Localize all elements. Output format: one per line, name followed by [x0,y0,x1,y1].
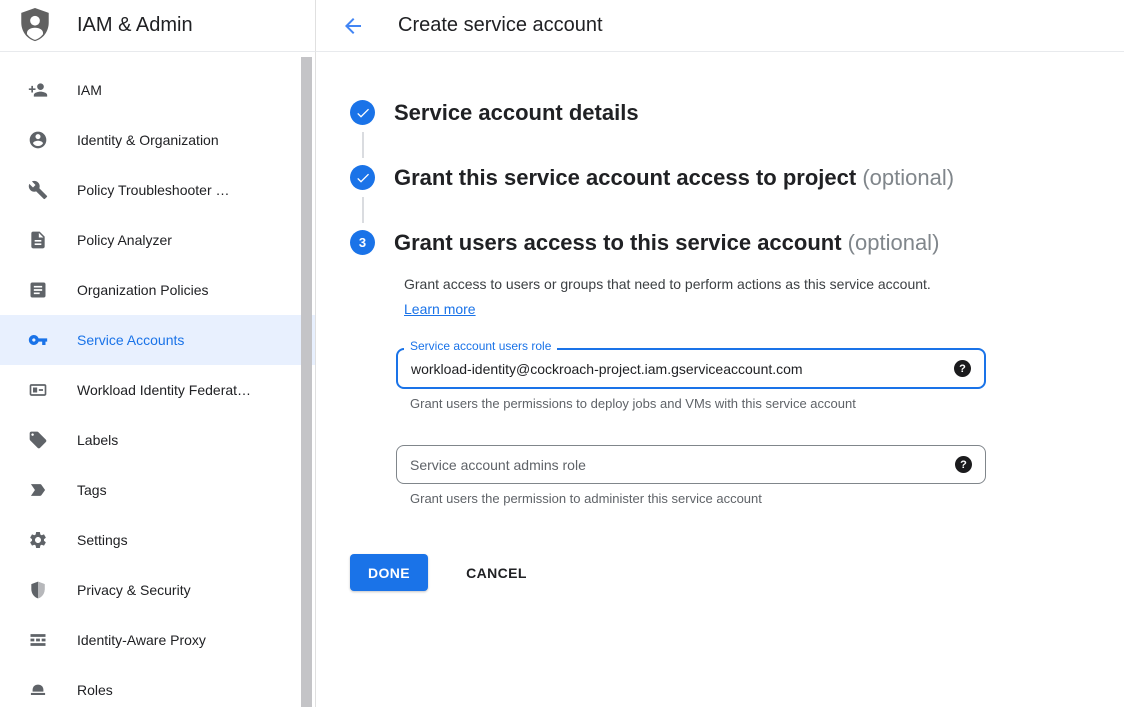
step-connector [362,197,364,223]
iam-admin-app: IAM & Admin Create service account IAM [0,0,1124,707]
admins-role-help-icon[interactable]: ? [955,456,972,473]
create-service-account-wizard: Service account details Grant this servi… [316,52,1124,707]
sidebar-item-tags[interactable]: Tags [0,465,315,515]
step-3-number-badge: 3 [350,230,375,255]
iam-shield-logo-icon [18,7,54,45]
step-1-row: Service account details [350,98,1124,127]
service-account-key-icon [28,330,48,350]
proxy-grid-icon [28,630,48,650]
cancel-button[interactable]: CANCEL [458,554,535,591]
article-icon [28,280,48,300]
sidebar-item-labels[interactable]: Labels [0,415,315,465]
admins-role-field-box: ? [396,445,986,484]
page-title: Create service account [398,14,603,37]
gear-icon [28,530,48,550]
sidebar-item-label: Identity & Organization [77,132,219,148]
step-3-optional-label: (optional) [848,230,940,255]
step-3-description: Grant access to users or groups that nee… [396,272,956,322]
step-connector [362,132,364,158]
sidebar-item-policy-troubleshooter[interactable]: Policy Troubleshooter … [0,165,315,215]
sidebar-item-label: Privacy & Security [77,582,191,598]
users-role-help-icon[interactable]: ? [954,360,971,377]
shield-icon [28,580,48,600]
id-card-icon [28,380,48,400]
sidebar-scrollbar-thumb[interactable] [301,57,312,707]
step-2-complete-check-icon [350,165,375,190]
sidebar-item-privacy-security[interactable]: Privacy & Security [0,565,315,615]
admins-role-field-group: ? Grant users the permission to administ… [396,445,986,506]
users-role-field-label: Service account users role [404,339,557,353]
sidebar-item-settings[interactable]: Settings [0,515,315,565]
step-3-row: 3 Grant users access to this service acc… [350,228,1124,257]
sidebar-item-label: Policy Analyzer [77,232,172,248]
sidebar-item-workload-identity-federation[interactable]: Workload Identity Federat… [0,365,315,415]
sidebar-item-roles[interactable]: Roles [0,665,315,707]
sidebar-item-label: Labels [77,432,118,448]
sidebar-item-label: Workload Identity Federat… [77,382,251,398]
step-2-row: Grant this service account access to pro… [350,163,1124,192]
admins-role-helper-text: Grant users the permission to administer… [410,491,986,506]
sidebar-item-label: Roles [77,682,113,698]
sidebar-item-label: Identity-Aware Proxy [77,632,206,648]
step-1-complete-check-icon [350,100,375,125]
sidebar-item-label: Settings [77,532,128,548]
page-header: Create service account [316,0,1124,52]
step-3-title: Grant users access to this service accou… [394,228,939,257]
sidebar-item-policy-analyzer[interactable]: Policy Analyzer [0,215,315,265]
sidebar-nav: IAM Identity & Organization Policy Troub… [0,52,316,707]
sidebar-item-label: Tags [77,482,107,498]
back-arrow-icon[interactable] [341,14,365,38]
sidebar-header: IAM & Admin [0,0,316,52]
account-circle-icon [28,130,48,150]
label-tag-icon [28,430,48,450]
sidebar-item-label: Organization Policies [77,282,209,298]
tag-arrow-icon [28,480,48,500]
sidebar-item-label: Policy Troubleshooter … [77,182,230,198]
step-2-optional-label: (optional) [862,165,954,190]
sidebar-item-identity-organization[interactable]: Identity & Organization [0,115,315,165]
wizard-actions: DONE CANCEL [350,554,1124,591]
roles-hat-icon [28,680,48,700]
learn-more-link[interactable]: Learn more [404,301,476,317]
admins-role-input[interactable] [410,457,945,473]
top-header: IAM & Admin Create service account [0,0,1124,52]
document-gear-icon [28,230,48,250]
sidebar-item-service-accounts[interactable]: Service Accounts [0,315,315,365]
users-role-helper-text: Grant users the permissions to deploy jo… [410,396,986,411]
sidebar-item-iam[interactable]: IAM [0,65,315,115]
sidebar-item-label: Service Accounts [77,332,184,348]
done-button[interactable]: DONE [350,554,428,591]
sidebar-item-organization-policies[interactable]: Organization Policies [0,265,315,315]
product-name: IAM & Admin [77,14,193,37]
users-role-field-group: Service account users role ? Grant users… [396,348,986,411]
users-role-input[interactable] [411,361,944,377]
person-add-icon [28,80,48,100]
step-2-title: Grant this service account access to pro… [394,163,954,192]
sidebar-item-label: IAM [77,82,102,98]
step-1-title: Service account details [394,98,639,127]
users-role-field-box: ? [396,348,986,389]
wrench-icon [28,180,48,200]
sidebar-item-identity-aware-proxy[interactable]: Identity-Aware Proxy [0,615,315,665]
